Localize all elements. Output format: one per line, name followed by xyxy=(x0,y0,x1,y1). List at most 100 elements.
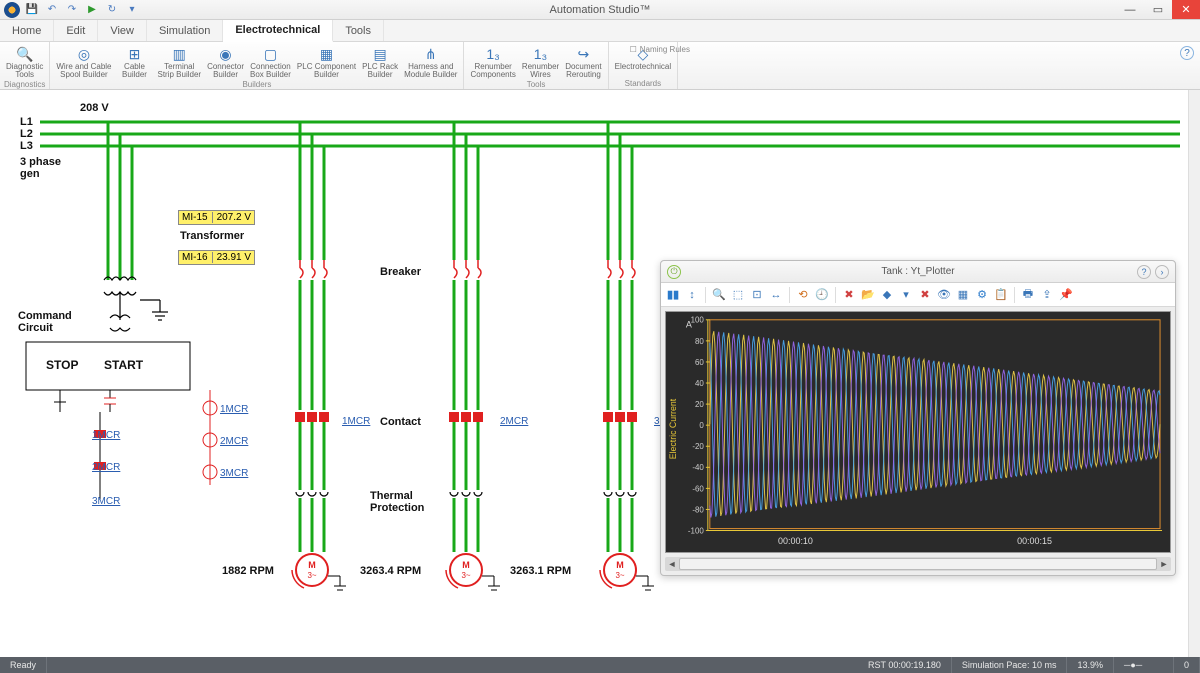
plotter-power-icon[interactable]: ⏻ xyxy=(667,265,681,279)
scroll-left-icon[interactable]: ◄ xyxy=(665,557,679,571)
ribbon-group-builders: ◎Wire and Cable Spool Builder ⊞Cable Bui… xyxy=(50,42,464,89)
svg-text:3~: 3~ xyxy=(615,571,624,580)
plotter-window[interactable]: ⏻ Tank : Yt_Plotter ? › ▮▮ ↕ 🔍 ⬚ ⊡ ↔ ⟲ 🕘… xyxy=(660,260,1176,576)
app-logo-icon[interactable] xyxy=(4,2,20,18)
tab-home[interactable]: Home xyxy=(0,20,54,41)
settings-icon[interactable]: ⚙ xyxy=(974,287,990,303)
plotter-titlebar[interactable]: ⏻ Tank : Yt_Plotter ? › xyxy=(661,261,1175,283)
renumber-components-button[interactable]: 1₃Renumber Components xyxy=(468,44,517,80)
plotter-help-icon[interactable]: ? xyxy=(1137,265,1151,279)
help-button[interactable]: ? xyxy=(1180,46,1194,60)
phase-l2: L2 xyxy=(20,128,33,140)
plotter-next-icon[interactable]: › xyxy=(1155,265,1169,279)
reset-icon[interactable]: ⟲ xyxy=(795,287,811,303)
zoom-in-icon[interactable]: 🔍 xyxy=(711,287,727,303)
stop-label: STOP xyxy=(46,358,78,372)
status-slider[interactable]: ─●─ xyxy=(1114,657,1174,673)
svg-text:-60: -60 xyxy=(692,484,704,493)
mcr3-link[interactable]: 3MCR xyxy=(92,496,120,507)
qat-save-icon[interactable]: 💾 xyxy=(24,2,40,18)
coil2-link[interactable]: 2MCR xyxy=(220,436,248,447)
eye-icon[interactable]: 👁 xyxy=(936,287,952,303)
gen-label: 3 phase gen xyxy=(20,156,61,180)
tag-icon[interactable]: ◆ xyxy=(879,287,895,303)
mcr1-link[interactable]: 1MCR xyxy=(92,430,120,441)
qat-dropdown-icon[interactable]: ▾ xyxy=(124,2,140,18)
scroll-thumb[interactable] xyxy=(679,558,1157,570)
tab-tools[interactable]: Tools xyxy=(333,20,384,41)
transformer-label: Transformer xyxy=(180,230,244,242)
svg-text:0: 0 xyxy=(699,421,704,430)
plc-component-builder-button[interactable]: ▦PLC Component Builder xyxy=(295,44,358,80)
print-icon[interactable]: 🖶 xyxy=(1020,287,1036,303)
tab-simulation[interactable]: Simulation xyxy=(147,20,223,41)
status-bar: Ready RST 00:00:19.180 Simulation Pace: … xyxy=(0,657,1200,673)
cursor-icon[interactable]: ↕ xyxy=(684,287,700,303)
motor2-rpm: 3263.4 RPM xyxy=(360,565,421,577)
dropdown1-icon[interactable]: ▾ xyxy=(898,287,914,303)
title-bar: 💾 ↶ ↷ ▶ ↻ ▾ Automation Studio™ — ▭ ✕ xyxy=(0,0,1200,20)
svg-text:20: 20 xyxy=(695,400,704,409)
contact2-link[interactable]: 2MCR xyxy=(500,416,528,427)
terminal-strip-builder-button[interactable]: ▥Terminal Strip Builder xyxy=(156,44,204,80)
svg-text:00:00:10: 00:00:10 xyxy=(778,536,813,546)
zoom-fit-icon[interactable]: ⊡ xyxy=(749,287,765,303)
restore-button[interactable]: ▭ xyxy=(1144,0,1172,19)
minimize-button[interactable]: — xyxy=(1116,0,1144,19)
naming-rules-checkbox[interactable]: ☐Naming Rules xyxy=(630,45,690,54)
renumber-wires-icon: 1₃ xyxy=(531,45,551,63)
qat-refresh-icon[interactable]: ↻ xyxy=(104,2,120,18)
copy-icon[interactable]: 📋 xyxy=(993,287,1009,303)
document-rerouting-button[interactable]: ↪Document Rerouting xyxy=(563,44,603,80)
plotter-title-text: Tank : Yt_Plotter xyxy=(881,266,954,277)
plc-rack-icon: ▤ xyxy=(370,45,390,63)
grid-icon[interactable]: ▦ xyxy=(955,287,971,303)
export-icon[interactable]: ⇪ xyxy=(1039,287,1055,303)
plot-svg: 100806040200-20-40-60-80-100 Electric Cu… xyxy=(666,312,1170,552)
status-zoom[interactable]: 13.9% xyxy=(1067,657,1114,673)
pin-icon[interactable]: 📌 xyxy=(1058,287,1074,303)
close-button[interactable]: ✕ xyxy=(1172,0,1200,19)
tab-electrotechnical[interactable]: Electrotechnical xyxy=(223,20,333,42)
scroll-right-icon[interactable]: ► xyxy=(1157,557,1171,571)
plc-rack-builder-button[interactable]: ▤PLC Rack Builder xyxy=(360,44,400,80)
clock-icon[interactable]: 🕘 xyxy=(814,287,830,303)
svg-text:3~: 3~ xyxy=(307,571,316,580)
renumber-wires-button[interactable]: 1₃Renumber Wires xyxy=(520,44,561,80)
svg-text:40: 40 xyxy=(695,379,704,388)
vertical-scrollbar[interactable] xyxy=(1188,90,1200,657)
svg-text:00:00:15: 00:00:15 xyxy=(1017,536,1052,546)
zoom-area-icon[interactable]: ⬚ xyxy=(730,287,746,303)
ribbon: 🔍Diagnostic Tools Diagnostics ◎Wire and … xyxy=(0,42,1200,90)
svg-text:-40: -40 xyxy=(692,463,704,472)
plot-area[interactable]: 100806040200-20-40-60-80-100 Electric Cu… xyxy=(665,311,1171,553)
connection-box-builder-button[interactable]: ▢Connection Box Builder xyxy=(248,44,293,80)
coil1-link[interactable]: 1MCR xyxy=(220,404,248,415)
qat-play-icon[interactable]: ▶ xyxy=(84,2,100,18)
mcr2-link[interactable]: 2MCR xyxy=(92,462,120,473)
wire-cable-spool-builder-button[interactable]: ◎Wire and Cable Spool Builder xyxy=(54,44,113,80)
cable-builder-button[interactable]: ⊞Cable Builder xyxy=(116,44,154,80)
plotter-scrollbar[interactable]: ◄ ► xyxy=(665,557,1171,571)
folder-icon[interactable]: 📂 xyxy=(860,287,876,303)
qat-undo-icon[interactable]: ↶ xyxy=(44,2,60,18)
svg-text:M: M xyxy=(308,560,316,570)
renumber-components-icon: 1₃ xyxy=(483,45,503,63)
diagnostic-tools-button[interactable]: 🔍Diagnostic Tools xyxy=(4,44,45,80)
motor3-rpm: 3263.1 RPM xyxy=(510,565,571,577)
tab-edit[interactable]: Edit xyxy=(54,20,98,41)
connector-builder-button[interactable]: ◉Connector Builder xyxy=(205,44,246,80)
qat-redo-icon[interactable]: ↷ xyxy=(64,2,80,18)
contact1-link[interactable]: 1MCR xyxy=(342,416,370,427)
delete-icon[interactable]: ✖ xyxy=(841,287,857,303)
plotter-toolbar: ▮▮ ↕ 🔍 ⬚ ⊡ ↔ ⟲ 🕘 ✖ 📂 ◆ ▾ ✖ 👁 ▦ ⚙ 📋 🖶 ⇪ 📌 xyxy=(661,283,1175,307)
coil3-link[interactable]: 3MCR xyxy=(220,468,248,479)
ribbon-group-tools: 1₃Renumber Components 1₃Renumber Wires ↪… xyxy=(464,42,608,89)
pause-icon[interactable]: ▮▮ xyxy=(665,287,681,303)
svg-text:M: M xyxy=(462,560,470,570)
terminal-icon: ▥ xyxy=(169,45,189,63)
zoom-x-icon[interactable]: ↔ xyxy=(768,287,784,303)
clear-icon[interactable]: ✖ xyxy=(917,287,933,303)
harness-module-builder-button[interactable]: ⋔Harness and Module Builder xyxy=(402,44,459,80)
tab-view[interactable]: View xyxy=(98,20,147,41)
